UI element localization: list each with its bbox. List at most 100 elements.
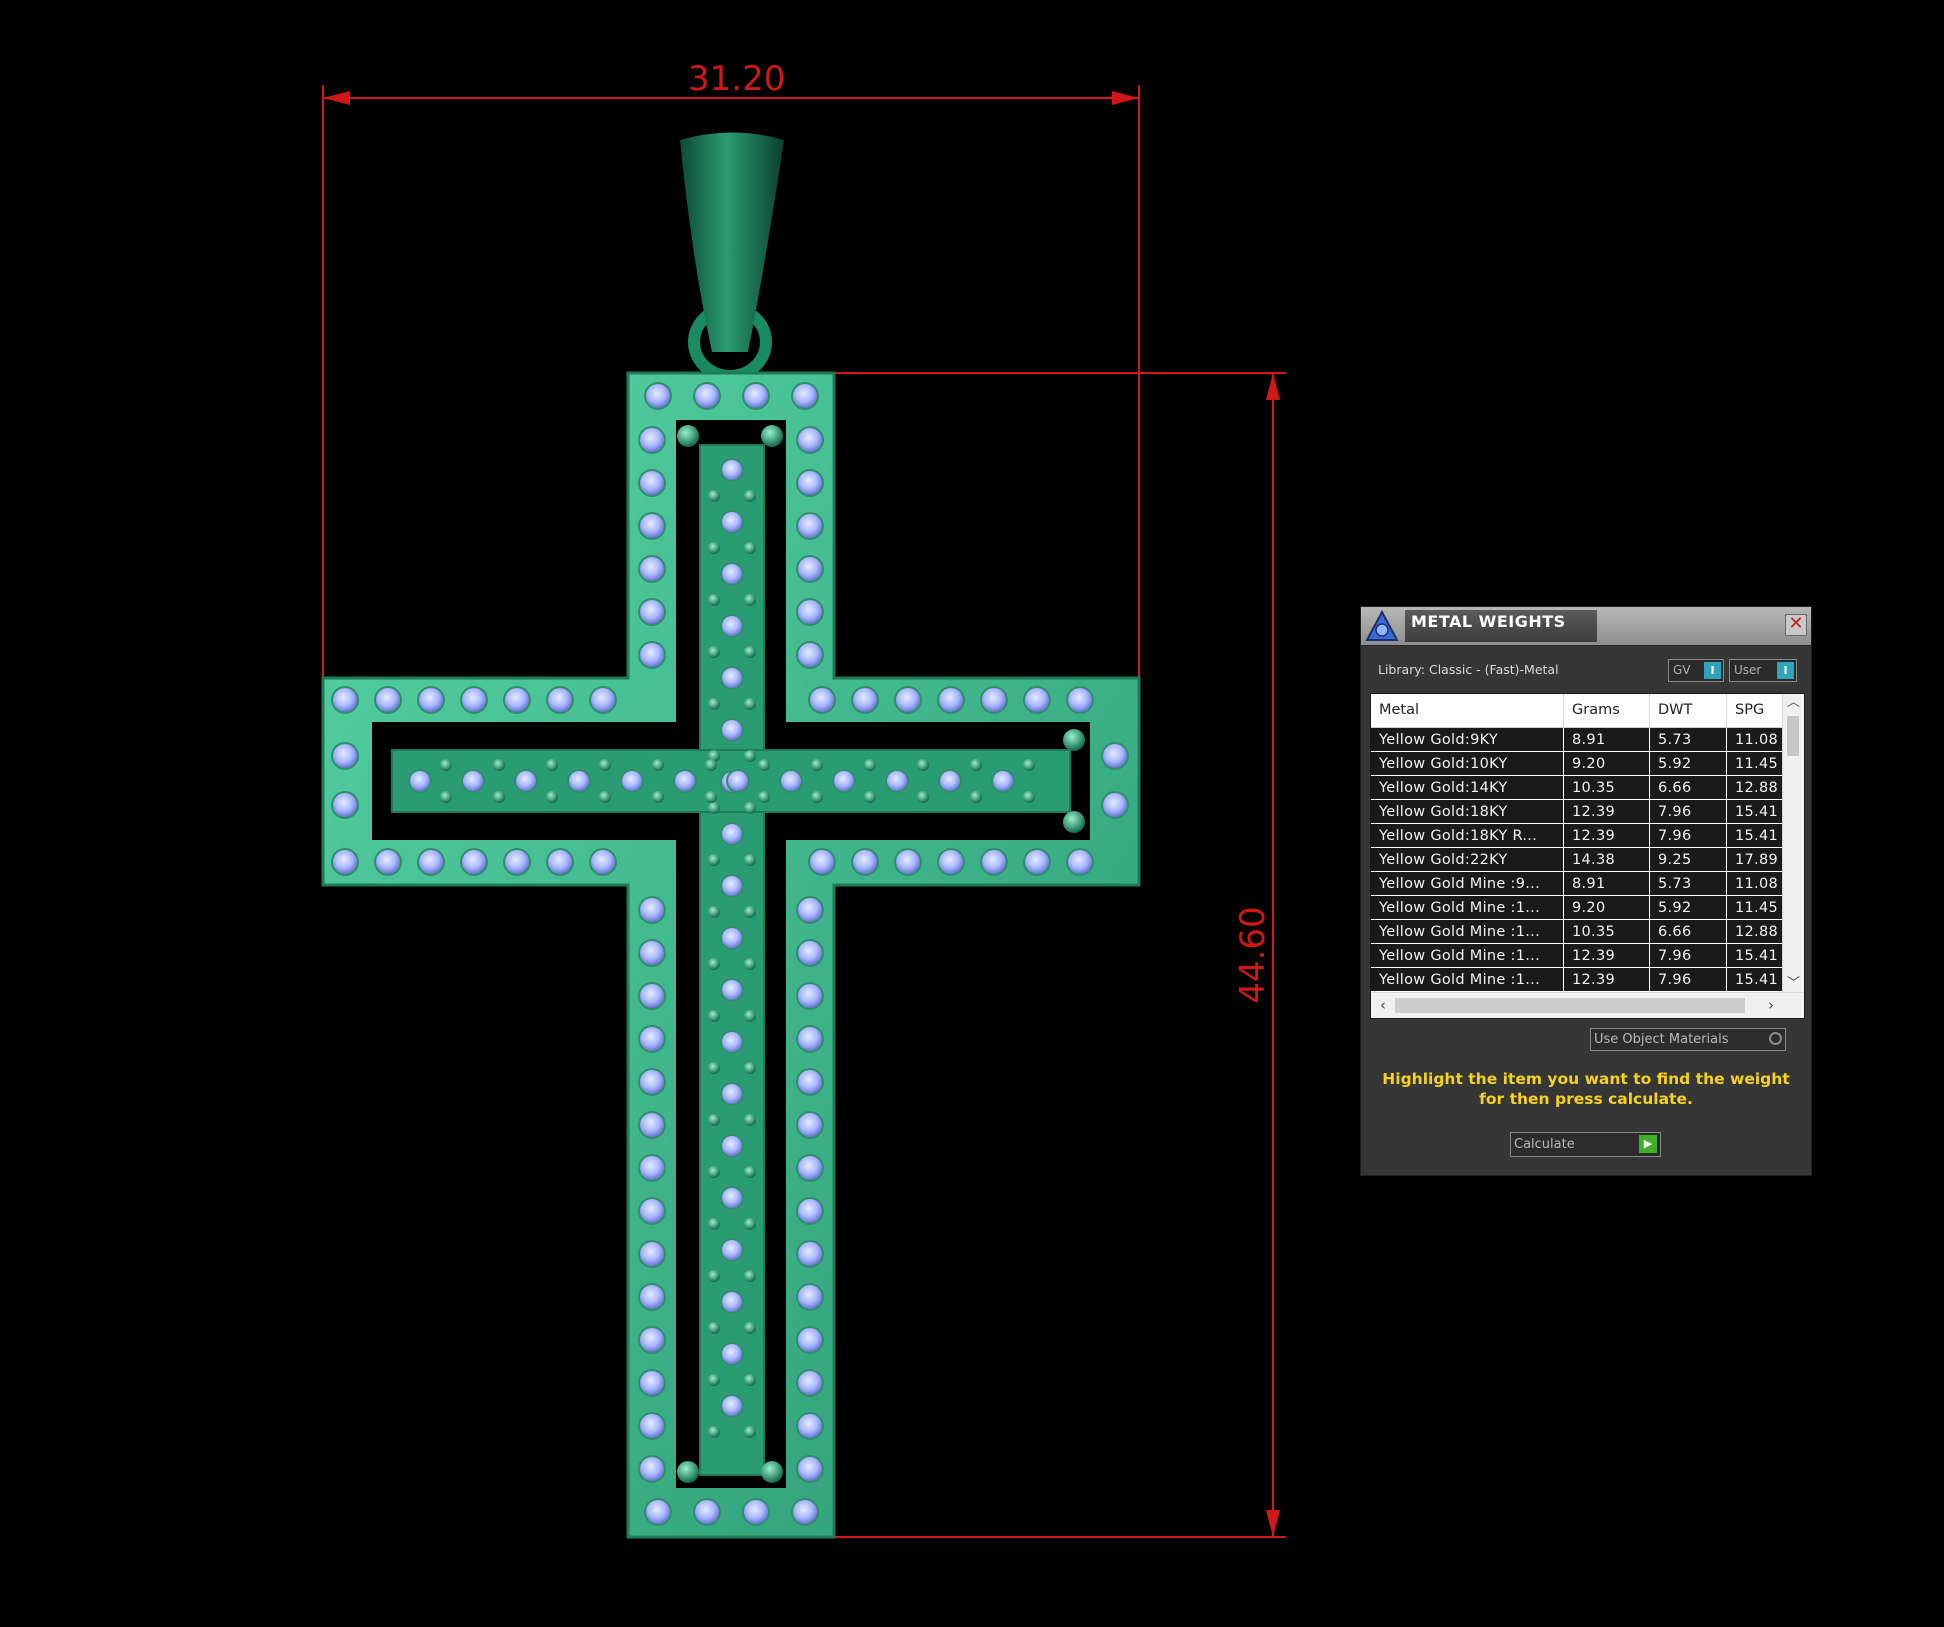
dwt-cell: 7.96 [1650, 824, 1727, 847]
use-object-materials-button[interactable]: Use Object Materials [1590, 1028, 1786, 1051]
bead [744, 1010, 756, 1022]
table-row[interactable]: Yellow Gold:9KY 8.91 5.73 11.08 [1371, 728, 1782, 752]
stone [885, 769, 909, 793]
bead [744, 958, 756, 970]
calculate-button[interactable]: Calculate ▶ [1510, 1132, 1661, 1157]
column-header-dwt[interactable]: DWT [1650, 694, 1727, 727]
bead [677, 425, 699, 447]
stone [808, 686, 836, 714]
user-toggle[interactable]: User I [1729, 659, 1797, 682]
spg-cell: 11.45 [1735, 756, 1779, 772]
metal-cell: Yellow Gold:10KY [1371, 752, 1564, 775]
table-row[interactable]: Yellow Gold:14KY 10.35 6.66 12.88 [1371, 776, 1782, 800]
bead [811, 759, 823, 771]
table-row[interactable]: Yellow Gold:18KY R... 12.39 7.96 15.41 [1371, 824, 1782, 848]
bead [708, 854, 720, 866]
metal-weights-table: Metal Grams DWT SPG Yellow Gold:9KY 8.91 5… [1370, 693, 1805, 1019]
stone [503, 848, 531, 876]
stone [408, 769, 432, 793]
bead [546, 759, 558, 771]
stone [638, 1455, 666, 1483]
play-arrow-icon: ▶ [1639, 1135, 1657, 1153]
bead [1023, 791, 1035, 803]
horizontal-scrollbar[interactable]: ‹ › [1371, 992, 1804, 1018]
bead [708, 698, 720, 710]
scroll-left-icon[interactable]: ‹ [1373, 993, 1393, 1018]
bead [761, 425, 783, 447]
metal-cell: Yellow Gold Mine :1... [1371, 944, 1564, 967]
table-row[interactable]: Yellow Gold Mine :1... 9.20 5.92 11.45 [1371, 896, 1782, 920]
grams-cell: 12.39 [1564, 800, 1650, 823]
table-row[interactable]: Yellow Gold Mine :1... 12.39 7.96 15.41 [1371, 968, 1782, 992]
stone [1101, 742, 1129, 770]
bead [708, 1062, 720, 1074]
gv-toggle-state: I [1704, 662, 1721, 679]
bead [970, 759, 982, 771]
panel-titlebar[interactable]: METAL WEIGHTS ✕ [1361, 607, 1811, 646]
scroll-right-icon[interactable]: › [1761, 993, 1781, 1018]
table-row[interactable]: Yellow Gold Mine :9... 8.91 5.73 11.08 [1371, 872, 1782, 896]
stone [796, 469, 824, 497]
radio-dot-icon [1769, 1032, 1782, 1045]
column-header-metal[interactable]: Metal [1371, 694, 1564, 727]
bead [708, 646, 720, 658]
bead [744, 490, 756, 502]
table-row[interactable]: Yellow Gold:18KY 12.39 7.96 15.41 [1371, 800, 1782, 824]
bead [708, 1114, 720, 1126]
width-dimension-label: 31.20 [688, 59, 786, 99]
bead [708, 1374, 720, 1386]
table-row[interactable]: Yellow Gold:22KY 14.38 9.25 17.89 [1371, 848, 1782, 872]
scroll-up-icon[interactable]: ︿ [1783, 694, 1804, 712]
spg-cell: 11.45 [1735, 900, 1779, 916]
stone [460, 686, 488, 714]
stone [894, 848, 922, 876]
metal-cell: Yellow Gold:18KY [1371, 800, 1564, 823]
gv-toggle[interactable]: GV I [1668, 659, 1724, 682]
stone [638, 1111, 666, 1139]
bead [708, 802, 720, 814]
stone [851, 686, 879, 714]
bead [744, 542, 756, 554]
grams-cell: 14.38 [1564, 848, 1650, 871]
bead [744, 698, 756, 710]
stone [417, 848, 445, 876]
table-body: Yellow Gold:9KY 8.91 5.73 11.08 Yellow Gold:… [1371, 728, 1782, 993]
stone [644, 382, 672, 410]
stone [720, 666, 744, 690]
calculate-label: Calculate [1514, 1137, 1575, 1152]
table-row[interactable]: Yellow Gold:10KY 9.20 5.92 11.45 [1371, 752, 1782, 776]
table-row[interactable]: Yellow Gold Mine :1... 12.39 7.96 15.41 [1371, 944, 1782, 968]
dwt-cell: 7.96 [1650, 944, 1727, 967]
table-row[interactable]: Yellow Gold Mine :1... 10.35 6.66 12.88 [1371, 920, 1782, 944]
stone [567, 769, 591, 793]
scroll-down-icon[interactable]: ﹀ [1783, 975, 1804, 993]
grams-cell: 12.39 [1564, 944, 1650, 967]
bead [493, 759, 505, 771]
stone [1023, 686, 1051, 714]
stone [374, 848, 402, 876]
stone [720, 1342, 744, 1366]
vertical-scrollbar[interactable]: ︿ ﹀ [1782, 694, 1804, 993]
bead [744, 750, 756, 762]
bead [970, 791, 982, 803]
stone [808, 848, 836, 876]
bead [652, 759, 664, 771]
stone [796, 1326, 824, 1354]
stone [742, 1498, 770, 1526]
metal-cell: Yellow Gold Mine :1... [1371, 896, 1564, 919]
vertical-scroll-thumb[interactable] [1787, 716, 1799, 756]
spg-cell: 15.41 [1735, 948, 1779, 964]
column-header-spg[interactable]: SPG [1727, 694, 1782, 727]
instruction-text: Highlight the item you want to find the … [1382, 1070, 1790, 1108]
stone [638, 1412, 666, 1440]
grams-cell: 9.20 [1564, 896, 1650, 919]
stone [1066, 686, 1094, 714]
stone [331, 686, 359, 714]
spg-cell: 15.41 [1735, 828, 1779, 844]
horizontal-scroll-thumb[interactable] [1395, 998, 1745, 1013]
bead [917, 791, 929, 803]
close-icon[interactable]: ✕ [1785, 614, 1807, 636]
bead [708, 958, 720, 970]
column-header-grams[interactable]: Grams [1564, 694, 1650, 727]
use-object-materials-label: Use Object Materials [1594, 1032, 1729, 1047]
